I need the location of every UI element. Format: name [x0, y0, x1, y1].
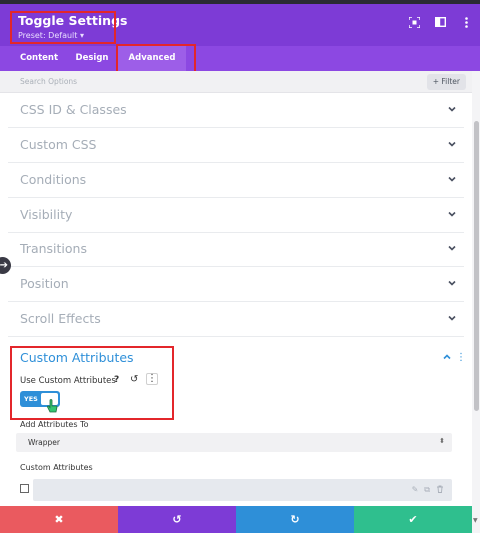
section-label: Transitions	[20, 241, 87, 256]
add-attributes-to-select[interactable]: Wrapper ⬍	[16, 433, 452, 452]
modal-title: Toggle Settings	[18, 13, 128, 28]
footer-actions: ✖ ↺ ↻ ✔	[0, 506, 472, 533]
section-conditions[interactable]: Conditions	[8, 163, 464, 198]
select-arrows-icon: ⬍	[439, 437, 445, 445]
chevron-down-icon	[448, 280, 456, 286]
chevron-down-icon	[448, 315, 456, 321]
search-bar[interactable]: Search Options + Filter	[0, 71, 472, 93]
attribute-checkbox[interactable]	[20, 484, 29, 493]
chevron-down-icon	[448, 106, 456, 112]
settings-header: Toggle Settings Preset: Default ▾	[0, 4, 480, 46]
custom-attributes-title[interactable]: Custom Attributes	[20, 350, 134, 365]
settings-tabs: Content Design Advanced	[0, 46, 480, 71]
section-more-icon[interactable]: ⋮	[456, 352, 466, 363]
redo-button[interactable]: ↻	[236, 506, 354, 533]
undo-button[interactable]: ↺	[118, 506, 236, 533]
chevron-down-icon	[448, 176, 456, 182]
expand-icon[interactable]	[408, 16, 420, 28]
tab-advanced[interactable]: Advanced	[118, 46, 186, 71]
section-position[interactable]: Position	[8, 267, 464, 302]
section-custom-css[interactable]: Custom CSS	[8, 128, 464, 163]
split-view-icon[interactable]	[434, 16, 446, 28]
edit-icon[interactable]: ✎	[412, 485, 419, 495]
search-input[interactable]: Search Options	[20, 77, 77, 86]
section-label: Custom CSS	[20, 137, 97, 152]
use-custom-attributes-label: Use Custom Attributes	[20, 376, 116, 386]
toggle-state-label: YES	[24, 395, 38, 403]
discard-button[interactable]: ✖	[0, 506, 118, 533]
chevron-down-icon	[448, 141, 456, 147]
duplicate-icon[interactable]: ⧉	[424, 485, 430, 495]
section-css-id-classes[interactable]: CSS ID & Classes	[8, 93, 464, 128]
section-transitions[interactable]: Transitions	[8, 232, 464, 267]
section-label: Visibility	[20, 207, 73, 222]
section-label: CSS ID & Classes	[20, 102, 127, 117]
reset-icon[interactable]: ↺	[130, 374, 138, 385]
custom-attributes-list-label: Custom Attributes	[20, 463, 93, 472]
tab-design[interactable]: Design	[66, 46, 118, 71]
scroll-down-arrow-icon[interactable]: ▼	[473, 517, 478, 524]
attribute-row[interactable]: ✎ ⧉	[33, 479, 452, 501]
hand-cursor-icon	[47, 399, 58, 413]
section-scroll-effects[interactable]: Scroll Effects	[8, 302, 464, 337]
select-value: Wrapper	[28, 438, 60, 447]
header-actions	[408, 16, 472, 28]
save-button[interactable]: ✔	[354, 506, 472, 533]
chevron-up-icon[interactable]	[443, 353, 451, 361]
help-icon[interactable]: ?	[114, 375, 119, 385]
more-options-icon[interactable]	[460, 16, 472, 28]
section-visibility[interactable]: Visibility	[8, 198, 464, 233]
tab-content[interactable]: Content	[8, 46, 70, 71]
delete-icon[interactable]	[436, 485, 444, 495]
section-label: Position	[20, 276, 69, 291]
section-label: Conditions	[20, 172, 87, 187]
preset-dropdown[interactable]: Preset: Default ▾	[18, 31, 84, 40]
options-more-icon[interactable]: ⋮	[146, 373, 158, 385]
scrollbar[interactable]	[472, 71, 480, 533]
attribute-actions: ✎ ⧉	[412, 485, 444, 495]
add-attributes-to-label: Add Attributes To	[20, 420, 89, 429]
section-label: Scroll Effects	[20, 311, 101, 326]
scrollbar-thumb[interactable]	[474, 121, 479, 411]
filter-button[interactable]: + Filter	[426, 74, 466, 90]
chevron-down-icon	[448, 211, 456, 217]
chevron-down-icon	[448, 245, 456, 251]
